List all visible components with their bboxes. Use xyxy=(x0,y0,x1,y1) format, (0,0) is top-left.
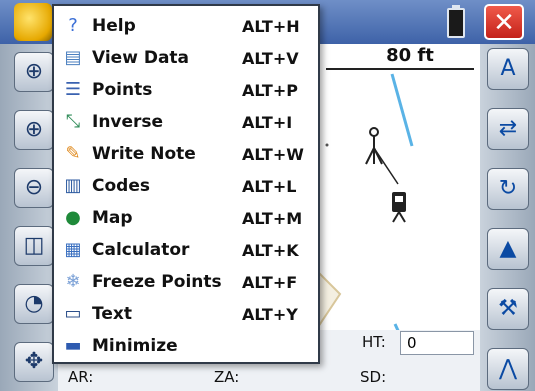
menu-item-shortcut: ALT+L xyxy=(242,176,297,196)
menu-item-shortcut: ALT+M xyxy=(242,208,303,228)
close-button[interactable]: ✕ xyxy=(484,4,524,40)
menu-item-map[interactable]: ● Map ALT+M xyxy=(58,202,316,234)
freeze-icon: ❄ xyxy=(65,271,81,292)
za-label: ZA: xyxy=(214,368,240,386)
points-icon: ☰ xyxy=(64,79,82,100)
menu-item-shortcut: ALT+F xyxy=(242,272,298,292)
menu-item-label: Write Note xyxy=(92,144,196,164)
menu-item-freeze-points[interactable]: ❄ Freeze Points ALT+F xyxy=(58,266,316,298)
zoom-previous-icon[interactable]: ◔ xyxy=(14,284,54,324)
calculator-icon: ▦ xyxy=(64,239,82,260)
battery-icon xyxy=(447,5,465,38)
book-icon: ▥ xyxy=(64,175,82,196)
pan-icon[interactable]: ✥ xyxy=(14,342,54,382)
menu-item-label: Help xyxy=(92,16,136,36)
menu-item-label: Minimize xyxy=(92,336,178,356)
menu-item-write-note[interactable]: ✎ Write Note ALT+W xyxy=(58,138,316,170)
sd-label: SD: xyxy=(360,368,387,386)
inverse-icon: ⤡ xyxy=(65,111,81,132)
zoom-in-icon[interactable]: ⊕ xyxy=(14,110,54,150)
left-toolbar: ⊕ ⊕ ⊖ ◫ ◔ ✥ xyxy=(0,44,58,391)
menu-item-shortcut: ALT+W xyxy=(242,144,304,164)
right-toolbar: A ⇄ ↻ ▲ ⚒ ⋀ xyxy=(480,44,535,391)
popup-menu: ? Help ALT+H ▤ View Data ALT+V ☰ Points … xyxy=(52,4,320,364)
text-icon: ▭ xyxy=(64,303,82,324)
menu-item-label: Inverse xyxy=(92,112,164,132)
pencil-icon: ✎ xyxy=(65,143,81,164)
swap-icon[interactable]: ⇄ xyxy=(487,108,529,150)
menu-item-label: Freeze Points xyxy=(92,272,222,292)
scale-label: 80 ft xyxy=(386,45,434,66)
menu-item-calculator[interactable]: ▦ Calculator ALT+K xyxy=(58,234,316,266)
menu-item-help[interactable]: ? Help ALT+H xyxy=(58,10,316,42)
menu-item-inverse[interactable]: ⤡ Inverse ALT+I xyxy=(58,106,316,138)
menu-item-shortcut: ALT+H xyxy=(242,16,300,36)
total-station-icon xyxy=(392,192,406,223)
menu-item-label: Text xyxy=(92,304,132,324)
view-data-icon: ▤ xyxy=(64,47,82,68)
globe-icon: ● xyxy=(65,207,81,228)
measure-icon[interactable]: A xyxy=(487,48,529,90)
rotate-instrument-icon[interactable]: ↻ xyxy=(487,168,529,210)
tripod-icon[interactable]: ⋀ xyxy=(487,348,529,390)
menu-item-label: Map xyxy=(92,208,133,228)
ht-label: HT: xyxy=(362,333,386,351)
menu-item-shortcut: ALT+I xyxy=(242,112,293,132)
menu-item-label: Codes xyxy=(92,176,150,196)
zoom-extents-icon[interactable]: ⊕ xyxy=(14,52,54,92)
stakeout-icon[interactable]: ▲ xyxy=(487,228,529,270)
menu-item-shortcut: ALT+P xyxy=(242,80,298,100)
menu-item-label: View Data xyxy=(92,48,190,68)
menu-item-codes[interactable]: ▥ Codes ALT+L xyxy=(58,170,316,202)
menu-item-shortcut: ALT+V xyxy=(242,48,299,68)
tools-icon[interactable]: ⚒ xyxy=(487,288,529,330)
menu-item-shortcut: ALT+K xyxy=(242,240,299,260)
menu-item-label: Calculator xyxy=(92,240,190,260)
ht-input[interactable]: 0 xyxy=(400,331,474,355)
instrument-station-icon xyxy=(365,127,383,165)
menu-item-points[interactable]: ☰ Points ALT+P xyxy=(58,74,316,106)
app-logo-button[interactable] xyxy=(14,3,52,41)
menu-item-minimize[interactable]: ▬ Minimize xyxy=(58,330,316,362)
minimize-icon: ▬ xyxy=(64,335,82,356)
menu-item-label: Points xyxy=(92,80,153,100)
zoom-window-icon[interactable]: ◫ xyxy=(14,226,54,266)
menu-item-view-data[interactable]: ▤ View Data ALT+V xyxy=(58,42,316,74)
zoom-out-icon[interactable]: ⊖ xyxy=(14,168,54,208)
ar-label: AR: xyxy=(68,368,94,386)
help-icon: ? xyxy=(68,15,78,36)
menu-item-shortcut: ALT+Y xyxy=(242,304,298,324)
menu-item-text[interactable]: ▭ Text ALT+Y xyxy=(58,298,316,330)
